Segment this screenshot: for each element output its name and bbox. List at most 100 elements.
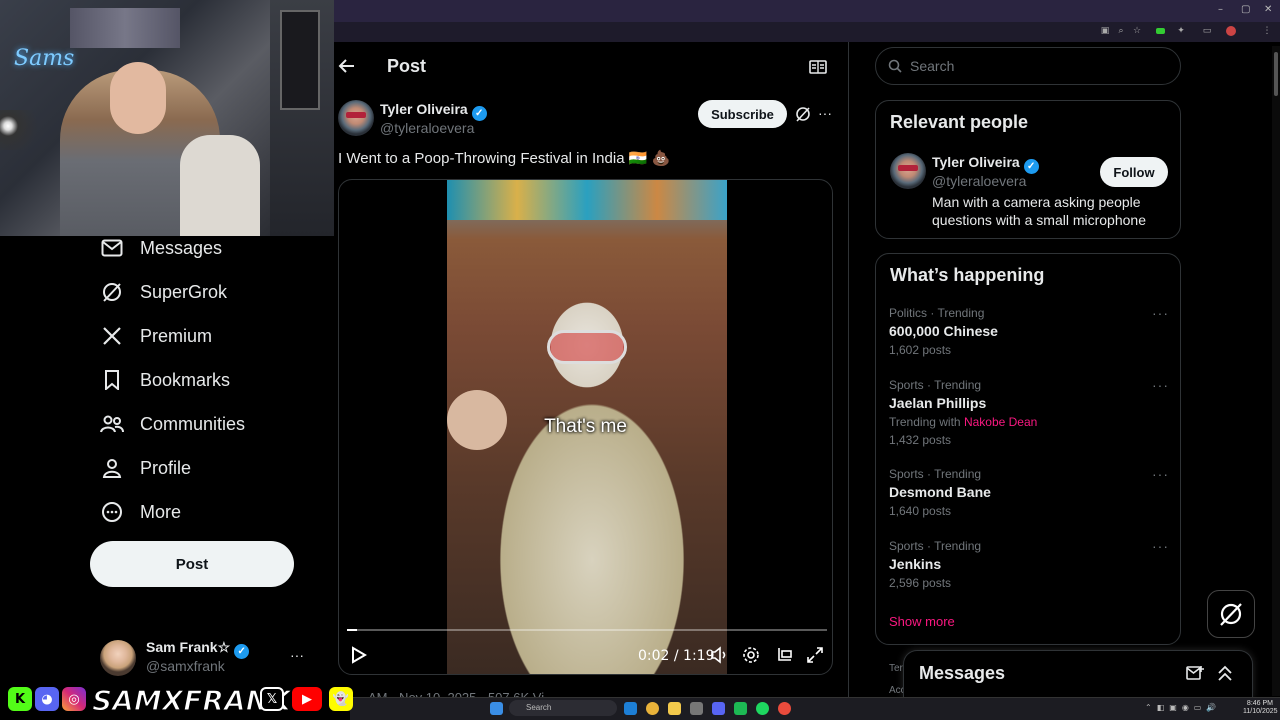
trend-more-icon[interactable]: ··· [1152, 377, 1169, 393]
grok-icon [100, 280, 124, 304]
author-handle[interactable]: @tyleraloevera [380, 120, 474, 136]
browser-tab-strip [334, 0, 1280, 22]
settings-gear-icon[interactable] [742, 646, 760, 670]
taskbar-clock[interactable]: 8:46 PM 11/10/2025 [1243, 700, 1278, 716]
video-progress-fill [347, 629, 357, 631]
edge-icon[interactable] [624, 702, 637, 715]
relevant-avatar[interactable] [890, 153, 926, 189]
x-logo-icon [100, 324, 124, 348]
profile-avatar-icon[interactable] [1226, 26, 1236, 36]
chrome-icon[interactable] [646, 702, 659, 715]
search-placeholder: Search [910, 58, 955, 74]
trend-item[interactable]: Politics · Trending 600,000 Chinese 1,60… [889, 305, 1169, 359]
extension-icon[interactable] [1156, 28, 1165, 34]
zoom-icon[interactable]: ⌕ [1116, 26, 1126, 36]
trend-count: 1,602 posts [889, 343, 952, 357]
footer-link[interactable]: Ter [889, 663, 903, 674]
install-icon[interactable]: ▣ [1100, 26, 1110, 36]
snapchat-icon: 👻 [329, 687, 353, 711]
relevant-handle[interactable]: @tyleraloevera [932, 173, 1026, 189]
system-tray-icons[interactable]: ⌃◧▣◉▭🔊 [1145, 703, 1221, 712]
trend-count: 2,596 posts [889, 576, 952, 590]
show-more-link[interactable]: Show more [889, 614, 955, 629]
taskbar-search-label: Search [526, 703, 552, 712]
grok-icon[interactable] [795, 106, 811, 127]
trend-count: 1,432 posts [889, 433, 952, 447]
trend-item[interactable]: Sports · Trending Jaelan Phillips Trendi… [889, 377, 1169, 449]
bookmark-star-icon[interactable]: ☆ [1132, 26, 1142, 36]
extensions-puzzle-icon[interactable]: ✦ [1176, 26, 1186, 36]
post-more-icon[interactable]: ··· [818, 105, 832, 121]
nav-label: Messages [140, 237, 223, 258]
post-text: I Went to a Poop-Throwing Festival in In… [338, 150, 671, 167]
trend-item[interactable]: Sports · Trending Desmond Bane 1,640 pos… [889, 466, 1169, 520]
trend-category: Politics · Trending [889, 306, 985, 320]
communities-icon [100, 412, 124, 436]
volume-icon[interactable] [710, 646, 728, 670]
nav-label: Profile [140, 457, 192, 478]
windows-start-icon[interactable] [490, 702, 503, 715]
app-icon[interactable] [734, 702, 747, 715]
nav-item-more[interactable]: More [100, 495, 181, 529]
trend-name: 600,000 Chinese [889, 323, 998, 339]
reader-mode-icon[interactable] [809, 59, 827, 80]
nav-item-premium[interactable]: Premium [100, 319, 212, 353]
taskbar-date: 11/10/2025 [1243, 708, 1278, 715]
trend-category: Sports · Trending [889, 378, 982, 392]
scrollbar-thumb[interactable] [1274, 52, 1278, 96]
discord-icon: ◕ [35, 687, 59, 711]
relevant-name[interactable]: Tyler Oliveira [932, 154, 1020, 170]
nav-label: Premium [140, 325, 213, 346]
taskbar-search[interactable]: Search [509, 700, 617, 716]
minimize-button[interactable]: – [1218, 4, 1223, 15]
store-icon[interactable] [690, 702, 703, 715]
maximize-button[interactable]: ▢ [1241, 4, 1250, 15]
trending-with-link[interactable]: Nakobe Dean [964, 415, 1037, 429]
trend-category: Sports · Trending [889, 467, 982, 481]
discord-taskbar-icon[interactable] [712, 702, 725, 715]
sidebar-toggle-icon[interactable]: ▭ [1202, 26, 1212, 36]
trend-name: Jenkins [889, 556, 942, 572]
trend-more-icon[interactable]: ··· [1152, 305, 1169, 321]
nav-item-supergrok[interactable]: SuperGrok [100, 275, 227, 309]
account-more-icon[interactable]: ··· [290, 647, 304, 663]
video-progress-bar[interactable] [347, 629, 827, 631]
column-divider [848, 42, 849, 697]
trend-more-icon[interactable]: ··· [1152, 538, 1169, 554]
nav-item-bookmarks[interactable]: Bookmarks [100, 363, 230, 397]
trend-item[interactable]: Sports · Trending Jenkins 2,596 posts ··… [889, 538, 1169, 592]
nav-item-communities[interactable]: Communities [100, 407, 245, 441]
follow-button[interactable]: Follow [1100, 157, 1168, 187]
picture-in-picture-icon[interactable] [775, 646, 793, 670]
expand-drawer-icon[interactable] [1217, 664, 1233, 687]
relevant-people-panel: Relevant people Tyler Oliveira ✓ @tyleral… [875, 100, 1181, 239]
browser-menu-icon[interactable]: ⋮ [1262, 26, 1272, 36]
video-player[interactable]: That's me 0:02 / 1:19 [338, 179, 833, 675]
subscribe-button[interactable]: Subscribe [698, 100, 787, 128]
browser-active-icon[interactable] [778, 702, 791, 715]
grok-fab-button[interactable] [1207, 590, 1255, 638]
messages-drawer[interactable]: Messages [903, 650, 1253, 698]
back-arrow-icon[interactable] [338, 57, 356, 77]
spotify-icon[interactable] [756, 702, 769, 715]
play-icon[interactable] [351, 646, 367, 670]
author-avatar[interactable] [338, 100, 374, 136]
x-icon: 𝕏 [260, 687, 284, 711]
search-icon [888, 59, 902, 73]
person-icon [100, 456, 124, 480]
close-window-button[interactable]: ✕ [1264, 4, 1272, 15]
page-scrollbar[interactable] [1272, 46, 1280, 696]
new-message-icon[interactable] [1186, 665, 1204, 686]
search-input[interactable]: Search [875, 47, 1181, 85]
trend-more-icon[interactable]: ··· [1152, 466, 1169, 482]
post-button[interactable]: Post [90, 541, 294, 587]
more-circle-icon [100, 500, 124, 524]
author-name[interactable]: Tyler Oliveira [380, 101, 468, 117]
explorer-icon[interactable] [668, 702, 681, 715]
taskbar-time: 8:46 PM [1246, 700, 1273, 707]
fullscreen-icon[interactable] [806, 646, 824, 670]
nav-item-messages[interactable]: Messages [100, 231, 222, 265]
verified-badge-icon: ✓ [471, 106, 487, 121]
nav-item-profile[interactable]: Profile [100, 451, 191, 485]
account-switcher[interactable]: Sam Frank☆ ✓ @samxfrank ··· [100, 638, 310, 678]
